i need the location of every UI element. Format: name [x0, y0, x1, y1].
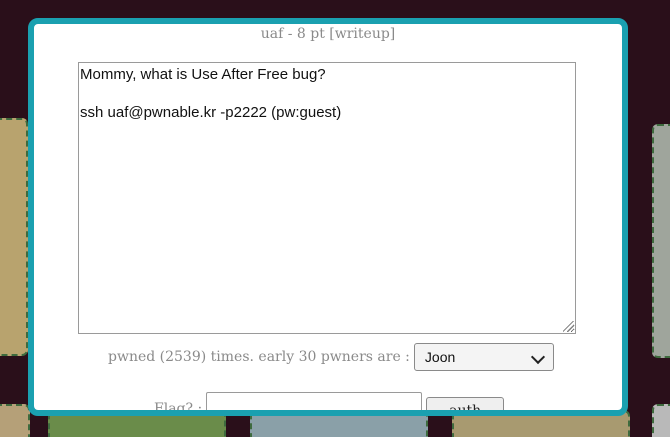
background-card-left[interactable] [0, 118, 28, 356]
background-card-right[interactable] [652, 124, 670, 358]
chevron-down-icon [530, 349, 545, 365]
flag-label: Flag? : [154, 401, 203, 416]
pwned-count-text: pwned (2539) times. early 30 pwners are … [108, 349, 410, 365]
flag-input[interactable] [206, 392, 423, 410]
pwners-select-value: Joon [424, 349, 456, 365]
challenge-modal: uaf - 8 pt [writeup] Mommy, what is Use … [28, 18, 628, 416]
background-card-bottom-5[interactable] [652, 404, 670, 437]
pwners-select[interactable]: Joon [413, 343, 554, 371]
auth-button[interactable]: auth [426, 397, 505, 410]
resize-grip-icon[interactable] [563, 321, 574, 332]
flag-row: Flag? : auth [154, 392, 505, 416]
background-card-bottom-1[interactable] [0, 404, 30, 437]
challenge-description-textarea[interactable]: Mommy, what is Use After Free bug? ssh u… [78, 62, 576, 334]
challenge-title: uaf - 8 pt [writeup] [260, 26, 396, 42]
pwned-row: pwned (2539) times. early 30 pwners are … [108, 342, 554, 372]
